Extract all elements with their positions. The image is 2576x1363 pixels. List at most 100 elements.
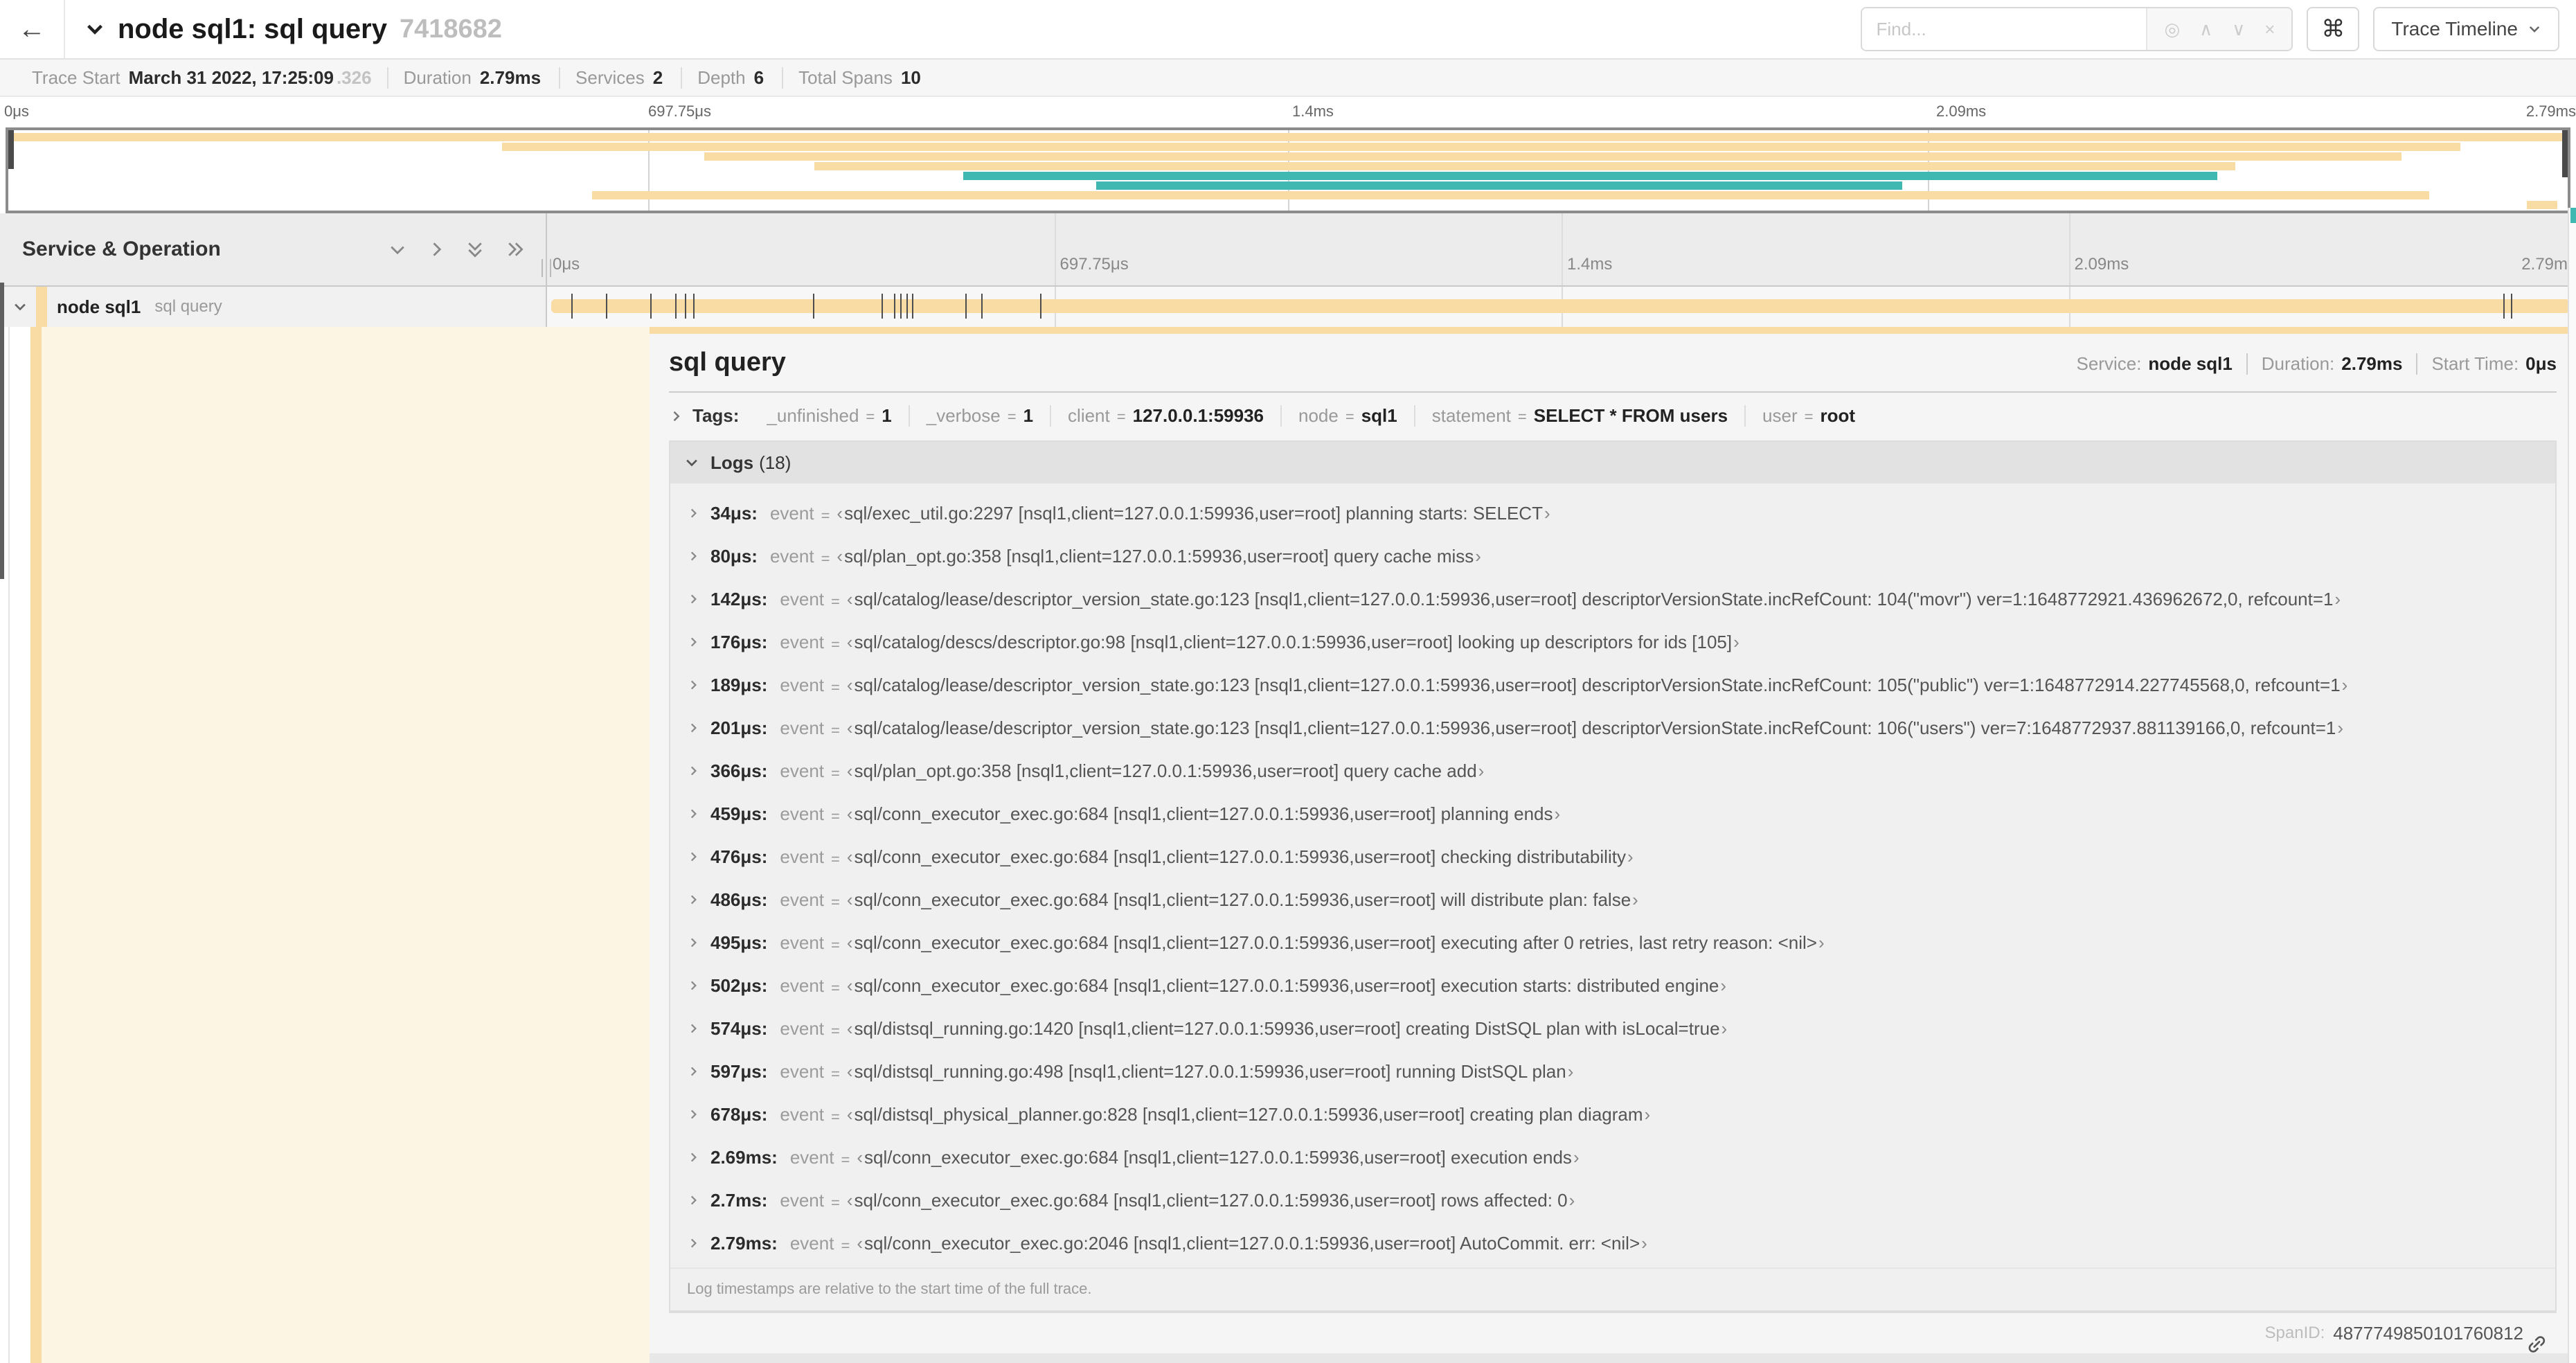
span-operation-name: sql query (154, 297, 222, 316)
log-marker-tick[interactable] (981, 294, 983, 319)
span-duration-bar[interactable] (551, 299, 2570, 313)
log-marker-tick[interactable] (965, 294, 967, 319)
log-timestamp: 34μs: (710, 502, 758, 524)
log-marker-tick[interactable] (906, 294, 908, 319)
log-marker-tick[interactable] (674, 294, 677, 319)
chevron-right-icon[interactable] (687, 1022, 699, 1035)
clear-search-icon[interactable]: × (2264, 19, 2275, 40)
log-entry[interactable]: 189μs: event sql/catalog/lease/descripto… (670, 663, 2555, 706)
tag-item[interactable]: _unfinished 1 (750, 405, 910, 427)
log-entry[interactable]: 80μs: event sql/plan_opt.go:358 [nsql1,c… (670, 535, 2555, 578)
minimap-canvas[interactable] (6, 127, 2570, 213)
log-marker-tick[interactable] (692, 294, 695, 319)
tag-item[interactable]: statement SELECT * FROM users (1415, 405, 1746, 427)
log-marker-tick[interactable] (812, 294, 814, 319)
viewport-drag-handle-left[interactable] (8, 130, 14, 169)
chevron-right-icon[interactable] (687, 1151, 699, 1164)
log-marker-tick[interactable] (2503, 294, 2505, 319)
log-marker-tick[interactable] (605, 294, 607, 319)
chevron-right-icon[interactable] (687, 507, 699, 519)
chevron-right-icon[interactable] (687, 1065, 699, 1078)
chevron-right-icon[interactable] (687, 593, 699, 605)
detail-divider (669, 391, 2557, 393)
log-entry[interactable]: 366μs: event sql/plan_opt.go:358 [nsql1,… (670, 749, 2555, 792)
chevron-down-icon[interactable] (12, 299, 28, 314)
log-marker-tick[interactable] (2511, 294, 2513, 319)
log-entry[interactable]: 459μs: event sql/conn_executor_exec.go:6… (670, 792, 2555, 835)
view-selector-button[interactable]: Trace Timeline (2373, 7, 2559, 51)
trace-title-group[interactable]: node sql1: sql query 7418682 (84, 14, 502, 45)
span-service-name: node sql1 (57, 296, 141, 317)
tag-item[interactable]: _verbose 1 (910, 405, 1052, 427)
span-row-timeline[interactable] (547, 287, 2576, 327)
tags-row[interactable]: Tags: _unfinished 1 _verbose 1 (669, 405, 2557, 427)
log-entry[interactable]: 142μs: event sql/catalog/lease/descripto… (670, 578, 2555, 621)
chevron-right-icon[interactable] (687, 550, 699, 562)
log-entry[interactable]: 678μs: event sql/distsql_physical_planne… (670, 1093, 2555, 1136)
chevron-right-icon[interactable] (687, 850, 699, 863)
chevron-right-icon[interactable] (687, 765, 699, 777)
log-marker-tick[interactable] (1039, 294, 1041, 319)
chevron-right-icon[interactable] (687, 1108, 699, 1121)
right-scrollbar[interactable] (2568, 208, 2576, 1363)
span-row-name-column[interactable]: node sql1 sql query (0, 287, 547, 327)
chevron-right-icon[interactable] (669, 409, 683, 423)
log-marker-tick[interactable] (912, 294, 914, 319)
log-entry[interactable]: 201μs: event sql/catalog/lease/descripto… (670, 706, 2555, 749)
log-field-key: event (780, 717, 825, 738)
log-entry[interactable]: 34μs: event sql/exec_util.go:2297 [nsql1… (670, 492, 2555, 535)
chevron-right-icon[interactable] (687, 808, 699, 820)
summary-value: 2.79ms (479, 66, 542, 88)
log-field-key: event (780, 588, 825, 609)
equals-sign (824, 973, 847, 999)
span-detail-left-column (0, 327, 650, 1363)
chevron-right-icon[interactable] (687, 722, 699, 734)
logs-header[interactable]: Logs (18) (670, 442, 2555, 483)
log-marker-tick[interactable] (685, 294, 687, 319)
tag-item[interactable]: node sql1 (1282, 405, 1415, 427)
chevron-right-icon[interactable] (687, 1237, 699, 1249)
collapse-all-icon[interactable] (388, 240, 407, 259)
log-marker-tick[interactable] (894, 294, 896, 319)
span-row[interactable]: node sql1 sql query (0, 287, 2576, 327)
column-resize-grip[interactable] (542, 259, 551, 277)
chevron-right-icon[interactable] (687, 679, 699, 691)
log-marker-tick[interactable] (882, 294, 884, 319)
next-match-icon[interactable]: ∨ (2232, 19, 2245, 40)
double-chevron-down-icon[interactable] (465, 238, 485, 260)
log-timestamp: 502μs: (710, 974, 768, 996)
tag-item[interactable]: client 127.0.0.1:59936 (1051, 405, 1282, 427)
log-entry[interactable]: 176μs: event sql/catalog/descs/descripto… (670, 621, 2555, 663)
tag-item[interactable]: user root (1746, 405, 1872, 427)
left-scrollbar-thumb[interactable] (0, 283, 4, 579)
find-input[interactable] (1862, 8, 2147, 50)
log-entry[interactable]: 486μs: event sql/conn_executor_exec.go:6… (670, 878, 2555, 921)
viewport-drag-handle-right[interactable] (2562, 130, 2568, 177)
log-entry[interactable]: 2.79ms: event sql/conn_executor_exec.go:… (670, 1222, 2555, 1265)
back-button[interactable]: ← (0, 0, 65, 58)
log-marker-tick[interactable] (571, 294, 573, 319)
expand-one-icon[interactable] (427, 240, 446, 259)
log-entry[interactable]: 597μs: event sql/distsql_running.go:498 … (670, 1050, 2555, 1093)
log-marker-tick[interactable] (900, 294, 902, 319)
log-entry[interactable]: 574μs: event sql/distsql_running.go:1420… (670, 1007, 2555, 1050)
keyboard-shortcuts-button[interactable]: ⌘ (2307, 7, 2360, 51)
log-marker-tick[interactable] (650, 294, 652, 319)
log-entry[interactable]: 476μs: event sql/conn_executor_exec.go:6… (670, 835, 2555, 878)
log-entry[interactable]: 2.69ms: event sql/conn_executor_exec.go:… (670, 1136, 2555, 1179)
log-entry[interactable]: 495μs: event sql/conn_executor_exec.go:6… (670, 921, 2555, 964)
locate-icon[interactable]: ◎ (2164, 19, 2180, 40)
log-entry[interactable]: 502μs: event sql/conn_executor_exec.go:6… (670, 964, 2555, 1007)
chevron-right-icon[interactable] (687, 1194, 699, 1206)
chevron-down-icon[interactable] (84, 19, 105, 39)
timeline-tick-label: 0μs (553, 255, 580, 274)
log-field-key: event (789, 1146, 834, 1168)
chevron-right-icon[interactable] (687, 893, 699, 906)
deep-link-icon[interactable] (2528, 1324, 2551, 1353)
chevron-right-icon[interactable] (687, 936, 699, 949)
chevron-right-icon[interactable] (687, 979, 699, 992)
prev-match-icon[interactable]: ∧ (2199, 19, 2212, 40)
log-entry[interactable]: 2.7ms: event sql/conn_executor_exec.go:6… (670, 1179, 2555, 1222)
chevron-right-icon[interactable] (687, 636, 699, 648)
double-chevron-right-icon[interactable] (504, 240, 526, 259)
